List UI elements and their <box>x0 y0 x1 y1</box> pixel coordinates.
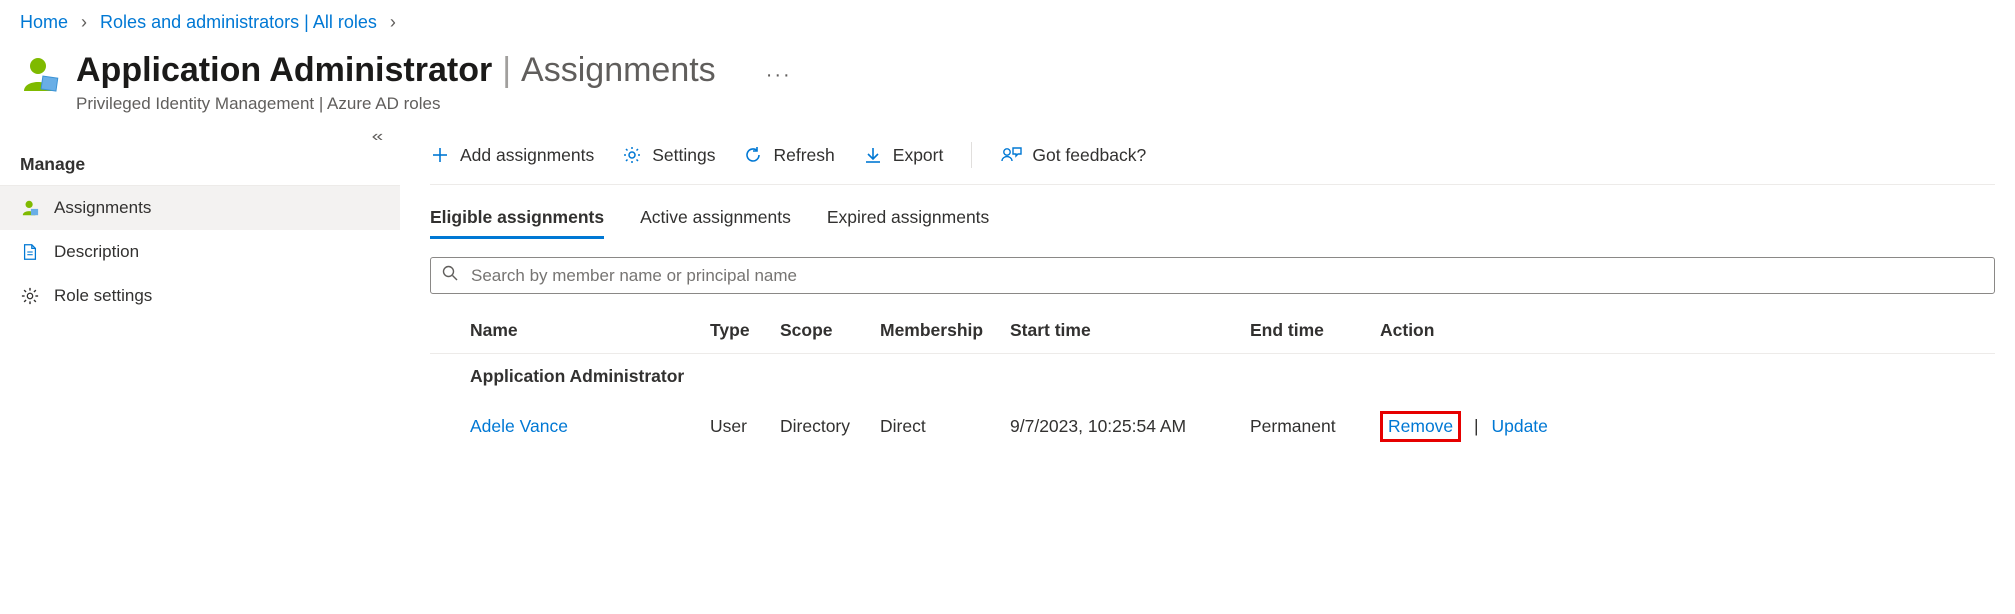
download-icon <box>863 145 883 165</box>
tab-expired-assignments[interactable]: Expired assignments <box>827 207 989 239</box>
tabs: Eligible assignments Active assignments … <box>430 185 1995 239</box>
command-bar: Add assignments Settings Refresh Export <box>430 134 1995 185</box>
remove-action[interactable]: Remove <box>1388 416 1453 436</box>
chevron-right-icon: › <box>390 12 396 32</box>
member-name-link[interactable]: Adele Vance <box>470 416 568 436</box>
cell-scope: Directory <box>776 399 876 454</box>
breadcrumb: Home › Roles and administrators | All ro… <box>0 0 2015 41</box>
breadcrumb-home[interactable]: Home <box>20 12 68 32</box>
breadcrumb-roles[interactable]: Roles and administrators | All roles <box>100 12 377 32</box>
toolbar-label: Settings <box>652 145 715 166</box>
cell-membership: Direct <box>876 399 1006 454</box>
sidebar: « Manage Assignments Descr <box>0 134 400 454</box>
role-person-icon <box>20 55 60 95</box>
sidebar-item-role-settings[interactable]: Role settings <box>0 274 400 318</box>
feedback-icon <box>1000 145 1022 165</box>
toolbar-label: Refresh <box>773 145 834 166</box>
sidebar-item-label: Description <box>54 242 139 262</box>
col-name[interactable]: Name <box>466 308 706 354</box>
col-scope[interactable]: Scope <box>776 308 876 354</box>
sidebar-heading-manage: Manage <box>0 134 400 186</box>
title-separator: | <box>502 51 511 90</box>
search-input[interactable] <box>469 265 1984 287</box>
col-membership[interactable]: Membership <box>876 308 1006 354</box>
toolbar-divider <box>971 142 972 168</box>
chevron-right-icon: › <box>81 12 87 32</box>
cell-start-time: 9/7/2023, 10:25:54 AM <box>1006 399 1246 454</box>
tab-eligible-assignments[interactable]: Eligible assignments <box>430 207 604 239</box>
table-header-row: Name Type Scope Membership Start time En… <box>430 308 1995 354</box>
feedback-button[interactable]: Got feedback? <box>1000 145 1146 166</box>
cell-end-time: Permanent <box>1246 399 1376 454</box>
person-icon <box>20 198 40 218</box>
add-assignments-button[interactable]: Add assignments <box>430 145 594 166</box>
group-label: Application Administrator <box>466 354 1995 400</box>
toolbar-label: Add assignments <box>460 145 594 166</box>
refresh-icon <box>743 145 763 165</box>
sidebar-item-description[interactable]: Description <box>0 230 400 274</box>
plus-icon <box>430 145 450 165</box>
search-box[interactable] <box>430 257 1995 294</box>
assignments-table: Name Type Scope Membership Start time En… <box>430 308 1995 454</box>
col-type[interactable]: Type <box>706 308 776 354</box>
refresh-button[interactable]: Refresh <box>743 145 834 166</box>
page-title-section: Assignments <box>521 51 716 90</box>
page-title: Application Administrator <box>76 51 492 90</box>
gear-icon <box>622 145 642 165</box>
page-subtitle: Privileged Identity Management | Azure A… <box>76 94 792 114</box>
cell-actions: Remove | Update <box>1376 399 1995 454</box>
collapse-sidebar-button[interactable]: « <box>372 128 384 146</box>
col-end-time[interactable]: End time <box>1246 308 1376 354</box>
update-action[interactable]: Update <box>1491 416 1547 436</box>
more-actions-button[interactable]: ··· <box>766 64 792 87</box>
search-icon <box>441 264 459 287</box>
document-icon <box>20 242 40 262</box>
settings-button[interactable]: Settings <box>622 145 715 166</box>
main-content: Add assignments Settings Refresh Export <box>400 134 2015 454</box>
page-header: Application Administrator | Assignments … <box>0 41 2015 134</box>
table-group-row: Application Administrator <box>430 354 1995 400</box>
gear-icon <box>20 286 40 306</box>
col-start-time[interactable]: Start time <box>1006 308 1246 354</box>
table-row: Adele Vance User Directory Direct 9/7/20… <box>430 399 1995 454</box>
sidebar-item-label: Assignments <box>54 198 151 218</box>
export-button[interactable]: Export <box>863 145 944 166</box>
toolbar-label: Export <box>893 145 944 166</box>
sidebar-item-label: Role settings <box>54 286 152 306</box>
tab-active-assignments[interactable]: Active assignments <box>640 207 791 239</box>
sidebar-item-assignments[interactable]: Assignments <box>0 186 400 230</box>
toolbar-label: Got feedback? <box>1032 145 1146 166</box>
action-separator: | <box>1474 416 1479 436</box>
cell-type: User <box>706 399 776 454</box>
col-action[interactable]: Action <box>1376 308 1995 354</box>
